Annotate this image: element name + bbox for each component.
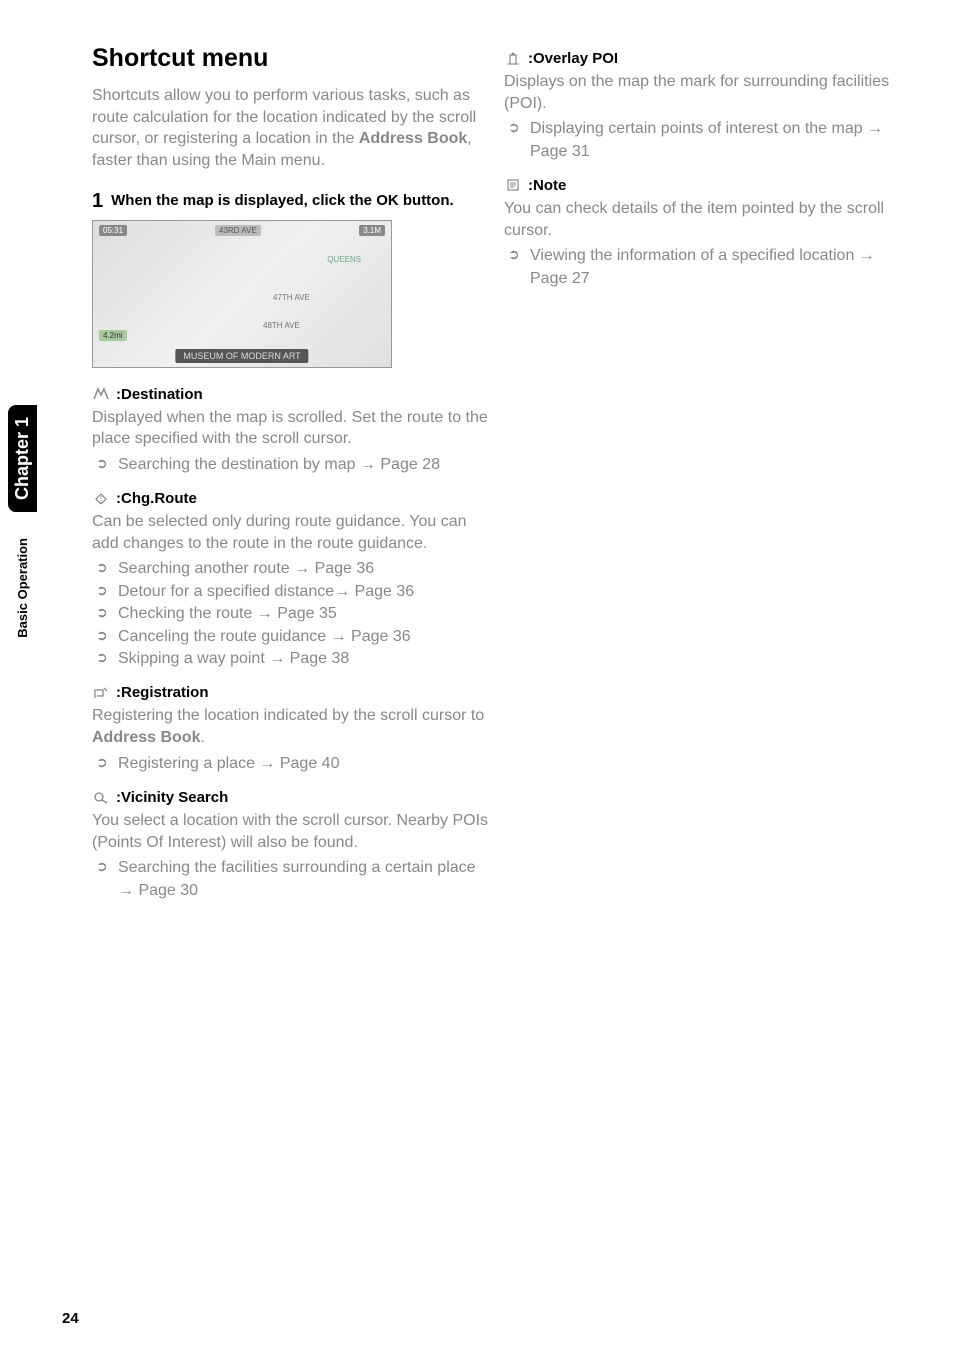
feature-destination-label: :Destination <box>116 386 203 403</box>
map-street-mid: 47TH AVE <box>273 293 310 302</box>
feature-chgroute-desc: Can be selected only during route guidan… <box>92 511 492 554</box>
feature-registration-desc-pre: Registering the location indicated by th… <box>92 707 484 724</box>
map-screenshot: 05:31 43RD AVE 3.1M QUEENS 47TH AVE 48TH… <box>92 220 392 368</box>
ref-item: Searching another route → Page 36 <box>92 558 492 580</box>
ref-item: Canceling the route guidance → Page 36 <box>92 626 492 648</box>
registration-icon <box>92 685 110 701</box>
note-icon <box>504 177 522 193</box>
feature-note-label: :Note <box>528 177 566 194</box>
feature-overlaypoi-refs: Displaying certain points of interest on… <box>504 118 904 163</box>
feature-chgroute-label: :Chg.Route <box>116 490 197 507</box>
map-distance: 4.2mi <box>99 330 127 341</box>
map-area: QUEENS <box>327 255 361 264</box>
ref-item: Searching the facilities surrounding a c… <box>92 857 492 902</box>
chapter-tab: Chapter 1 <box>8 405 37 512</box>
feature-note-refs: Viewing the information of a specified l… <box>504 245 904 290</box>
chgroute-icon <box>92 491 110 507</box>
map-scale: 3.1M <box>359 225 385 236</box>
feature-vicinity-heading: :Vicinity Search <box>92 789 492 806</box>
step-1: 1 When the map is displayed, click the O… <box>92 191 492 211</box>
ref-item: Displaying certain points of interest on… <box>504 118 904 163</box>
section-label: Basic Operation <box>15 538 30 638</box>
feature-chgroute-refs: Searching another route → Page 36 Detour… <box>92 558 492 670</box>
map-overlay: 05:31 43RD AVE 3.1M QUEENS 47TH AVE 48TH… <box>93 221 391 367</box>
overlaypoi-icon <box>504 51 522 67</box>
feature-note-heading: :Note <box>504 177 904 194</box>
feature-registration-desc-post: . <box>200 729 204 746</box>
feature-registration-heading: :Registration <box>92 684 492 701</box>
right-column: :Overlay POI Displays on the map the mar… <box>504 50 904 290</box>
map-time: 05:31 <box>99 225 127 236</box>
feature-registration-refs: Registering a place → Page 40 <box>92 753 492 775</box>
map-street-low: 48TH AVE <box>263 321 300 330</box>
ref-item: Registering a place → Page 40 <box>92 753 492 775</box>
destination-icon <box>92 386 110 402</box>
ref-item: Checking the route → Page 35 <box>92 603 492 625</box>
feature-note-desc: You can check details of the item pointe… <box>504 198 904 241</box>
page-number: 24 <box>62 1310 79 1327</box>
step-instruction: When the map is displayed, click the OK … <box>111 191 454 211</box>
map-banner: MUSEUM OF MODERN ART <box>175 349 308 363</box>
ref-item: Detour for a specified distance→ Page 36 <box>92 581 492 603</box>
feature-overlaypoi-label: :Overlay POI <box>528 50 618 67</box>
feature-overlaypoi-desc: Displays on the map the mark for surroun… <box>504 71 904 114</box>
left-column: Shortcut menu Shortcuts allow you to per… <box>92 44 492 902</box>
feature-vicinity-desc: You select a location with the scroll cu… <box>92 810 492 853</box>
feature-vicinity-refs: Searching the facilities surrounding a c… <box>92 857 492 902</box>
ref-item: Skipping a way point → Page 38 <box>92 648 492 670</box>
intro-paragraph: Shortcuts allow you to perform various t… <box>92 85 492 171</box>
feature-registration-desc: Registering the location indicated by th… <box>92 705 492 748</box>
ref-item: Searching the destination by map → Page … <box>92 454 492 476</box>
intro-text-bold: Address Book <box>359 130 467 147</box>
feature-registration-desc-bold: Address Book <box>92 729 200 746</box>
ref-item: Viewing the information of a specified l… <box>504 245 904 290</box>
vicinity-icon <box>92 789 110 805</box>
feature-overlaypoi-heading: :Overlay POI <box>504 50 904 67</box>
feature-vicinity-label: :Vicinity Search <box>116 789 228 806</box>
step-number: 1 <box>92 191 103 211</box>
feature-chgroute-heading: :Chg.Route <box>92 490 492 507</box>
feature-registration-label: :Registration <box>116 684 209 701</box>
feature-destination-refs: Searching the destination by map → Page … <box>92 454 492 476</box>
map-street-top: 43RD AVE <box>215 225 261 236</box>
feature-destination-desc: Displayed when the map is scrolled. Set … <box>92 407 492 450</box>
page-title: Shortcut menu <box>92 44 492 73</box>
feature-destination-heading: :Destination <box>92 386 492 403</box>
